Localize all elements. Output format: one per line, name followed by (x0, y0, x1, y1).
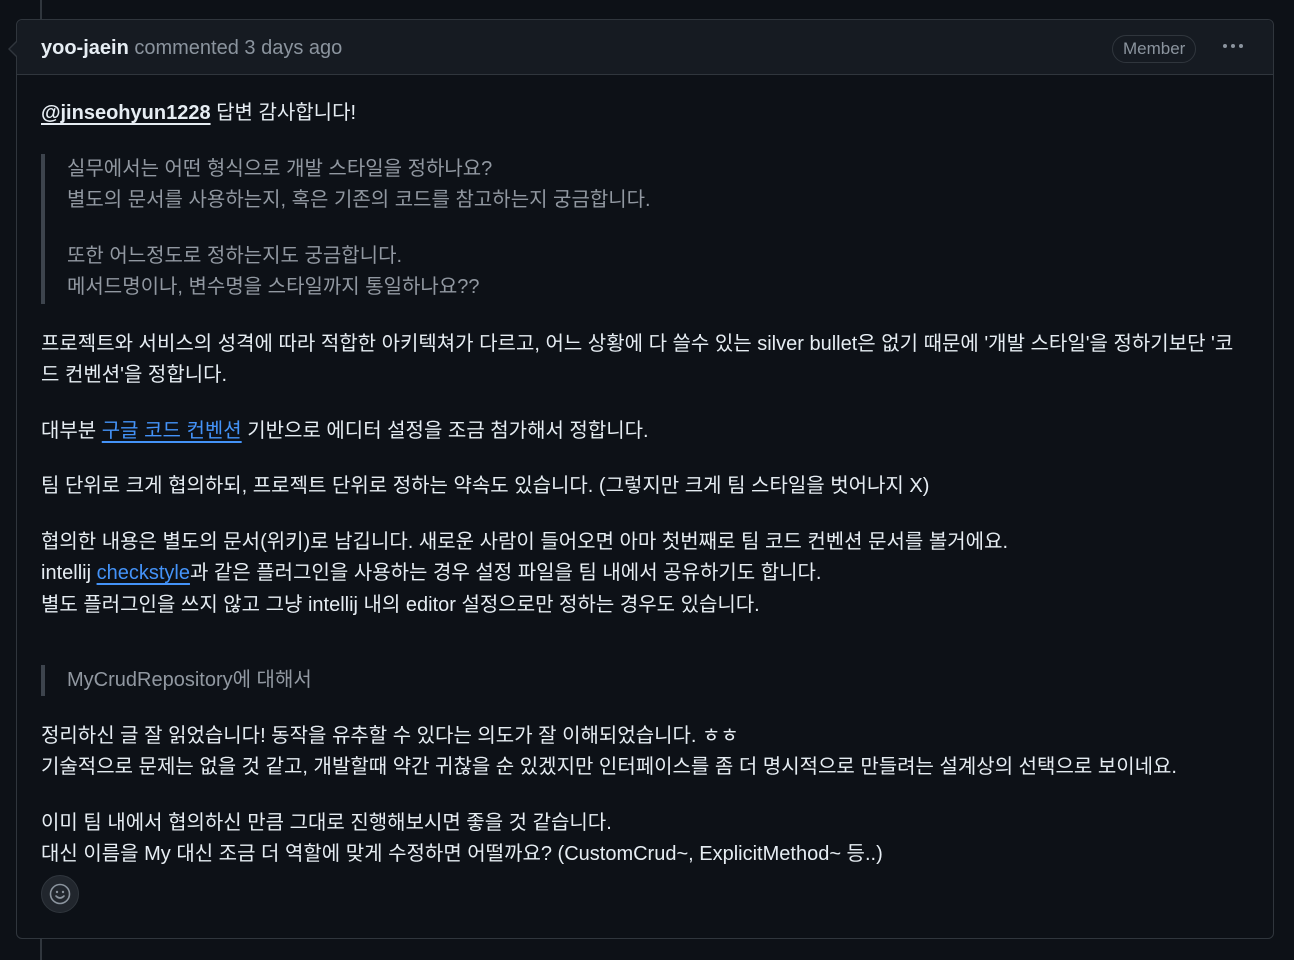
paragraph: intellij checkstyle과 같은 플러그인을 사용하는 경우 설정… (41, 558, 821, 589)
text: 과 같은 플러그인을 사용하는 경우 설정 파일을 팀 내에서 공유하기도 합니… (189, 562, 822, 584)
comment-container: yoo-jaein commented 3 days ago Member @j… (8, 19, 1274, 939)
paragraph: 대부분 구글 코드 컨벤션 기반으로 에디터 설정을 조금 첨가해서 정합니다. (41, 416, 649, 447)
comment-header: yoo-jaein commented 3 days ago Member (17, 20, 1273, 75)
google-convention-link[interactable]: 구글 코드 컨벤션 (102, 420, 242, 442)
paragraph: 기술적으로 문제는 없을 것 같고, 개발할때 약간 귀찮을 순 있겠지만 인터… (41, 756, 1177, 778)
smiley-icon (49, 883, 71, 905)
text: 기반으로 에디터 설정을 조금 첨가해서 정합니다. (241, 420, 649, 442)
kebab-dot (1223, 44, 1227, 48)
paragraph: 프로젝트와 서비스의 성격에 따라 적합한 아키텍쳐가 다르고, 어느 상황에 … (41, 333, 1234, 355)
paragraph: 이미 팀 내에서 협의하신 만큼 그대로 진행해보시면 좋을 것 같습니다. (41, 812, 612, 834)
comment-meta: yoo-jaein commented 3 days ago (41, 36, 342, 60)
quote-line: 또한 어느정도로 정하는지도 궁금합니다. (67, 245, 403, 267)
kebab-dot (1231, 44, 1235, 48)
paragraph: 별도 플러그인을 쓰지 않고 그냥 intellij 내의 editor 설정으… (41, 594, 760, 616)
author-link[interactable]: yoo-jaein (41, 37, 129, 59)
paragraph: 팀 단위로 크게 협의하되, 프로젝트 단위로 정하는 약속도 있습니다. (그… (41, 475, 930, 497)
paragraph: 대신 이름을 My 대신 조금 더 역할에 맞게 수정하면 어떨까요? (Cus… (41, 843, 883, 865)
comment-timestamp[interactable]: 3 days ago (244, 37, 342, 59)
quote-line: 실무에서는 어떤 형식으로 개발 스타일을 정하나요? (67, 158, 493, 180)
comment-action: commented (134, 37, 239, 59)
quote-line: MyCrudRepository에 대해서 (67, 669, 312, 691)
kebab-horizontal-icon[interactable] (1217, 34, 1249, 58)
mention-suffix: 답변 감사합니다! (210, 102, 357, 124)
paragraph: 드 컨벤션'을 정합니다. (41, 364, 228, 386)
add-reaction-button[interactable] (41, 875, 79, 913)
text: intellij (41, 562, 97, 584)
user-mention-link[interactable]: @jinseohyun1228 (41, 102, 211, 124)
paragraph: 협의한 내용은 별도의 문서(위키)로 남깁니다. 새로운 사람이 들어오면 아… (41, 531, 1009, 553)
checkstyle-link[interactable]: checkstyle (97, 562, 190, 584)
paragraph: 정리하신 글 잘 읽었습니다! 동작을 유추할 수 있다는 의도가 잘 이해되었… (41, 725, 739, 747)
mention-paragraph: @jinseohyun1228 답변 감사합니다! (41, 98, 356, 129)
text: 대부분 (41, 420, 102, 442)
blockquote: 실무에서는 어떤 형식으로 개발 스타일을 정하나요? 별도의 문서를 사용하는… (41, 154, 651, 304)
member-badge: Member (1112, 35, 1197, 63)
quote-line: 별도의 문서를 사용하는지, 혹은 기존의 코드를 참고하는지 궁금합니다. (67, 189, 651, 211)
blockquote: MyCrudRepository에 대해서 (41, 665, 312, 696)
kebab-dot (1239, 44, 1243, 48)
quote-line: 메서드명이나, 변수명을 스타일까지 통일하나요?? (67, 276, 480, 298)
